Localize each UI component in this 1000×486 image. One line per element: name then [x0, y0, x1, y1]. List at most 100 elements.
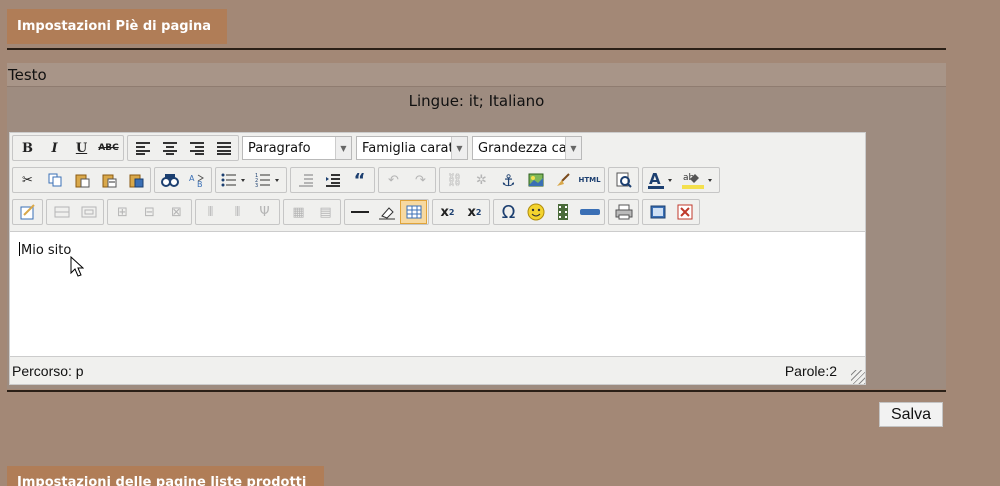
replace-icon[interactable]: AB	[183, 168, 210, 192]
merge-cells-icon[interactable]: ▤	[312, 200, 339, 224]
remove-format-icon[interactable]	[373, 200, 400, 224]
blockquote-icon[interactable]: “	[346, 168, 373, 192]
insert-layer-icon[interactable]	[48, 200, 75, 224]
link-icon[interactable]: ⛓	[441, 168, 468, 192]
chevron-down-icon: ▼	[565, 137, 581, 159]
advanced-hr-icon[interactable]	[576, 200, 603, 224]
unlink-icon[interactable]: ✲	[468, 168, 495, 192]
svg-text:B: B	[197, 180, 203, 188]
redo-icon[interactable]: ↷	[407, 168, 434, 192]
highlight-color-icon[interactable]: ab	[678, 168, 718, 192]
justify-icon[interactable]	[210, 136, 237, 160]
mouse-pointer-icon	[70, 255, 85, 282]
col-after-icon[interactable]: ⫴	[224, 200, 251, 224]
text-caret	[19, 242, 20, 256]
word-count: Parole:2	[784, 363, 837, 379]
svg-text:A: A	[189, 174, 195, 183]
rich-text-editor: B I U ABC Paragrafo ▼ Famiglia caratt ▼ …	[9, 132, 866, 385]
edit-css-icon[interactable]	[14, 200, 41, 224]
print-group	[608, 199, 639, 225]
save-button[interactable]: Salva	[879, 402, 943, 427]
align-left-icon[interactable]	[129, 136, 156, 160]
find-icon[interactable]	[156, 168, 183, 192]
copy-icon[interactable]	[41, 168, 68, 192]
col-before-icon[interactable]: ⫴	[197, 200, 224, 224]
outdent-icon[interactable]	[292, 168, 319, 192]
preview-group	[608, 167, 639, 193]
split-cells-icon[interactable]: ▦	[285, 200, 312, 224]
image-icon[interactable]	[522, 168, 549, 192]
emoticon-icon[interactable]	[522, 200, 549, 224]
table-row-group: ⊞ ⊟ ⊠	[107, 199, 192, 225]
align-right-icon[interactable]	[183, 136, 210, 160]
search-group: AB	[154, 167, 212, 193]
cut-icon[interactable]: ✂	[14, 168, 41, 192]
svg-text:3: 3	[255, 183, 258, 187]
history-group: ↶ ↷	[378, 167, 436, 193]
format-select[interactable]: Paragrafo ▼	[242, 136, 352, 160]
italic-button[interactable]: I	[41, 136, 68, 160]
edit-group	[12, 199, 43, 225]
text-style-group: B I U ABC	[12, 135, 124, 161]
text-color-icon[interactable]: A	[644, 168, 678, 192]
media-icon[interactable]	[549, 200, 576, 224]
paste-text-icon[interactable]	[95, 168, 122, 192]
cell-group: ▦ ▤	[283, 199, 341, 225]
fullscreen-icon[interactable]	[644, 200, 671, 224]
direction-icon[interactable]	[671, 200, 698, 224]
underline-button[interactable]: U	[68, 136, 95, 160]
absolute-layer-icon[interactable]	[75, 200, 102, 224]
delete-row-icon[interactable]: ⊠	[163, 200, 190, 224]
product-list-settings-tab[interactable]: Impostazioni delle pagine liste prodotti	[7, 466, 324, 486]
language-label: Lingue: it; Italiano	[408, 92, 545, 110]
indent-icon[interactable]	[319, 168, 346, 192]
numbered-list-icon[interactable]: 123	[251, 168, 285, 192]
script-group: x2 x2	[432, 199, 490, 225]
strikethrough-button[interactable]: ABC	[95, 136, 122, 160]
special-char-icon[interactable]: Ω	[495, 200, 522, 224]
undo-icon[interactable]: ↶	[380, 168, 407, 192]
font-size-select-value: Grandezza car	[478, 140, 565, 156]
delete-col-icon[interactable]: Ψ	[251, 200, 278, 224]
align-center-icon[interactable]	[156, 136, 183, 160]
divider	[7, 48, 946, 50]
chevron-down-icon: ▼	[451, 137, 467, 159]
preview-icon[interactable]	[610, 168, 637, 192]
misc-group	[344, 199, 429, 225]
font-size-select[interactable]: Grandezza car ▼	[472, 136, 582, 160]
font-family-select-value: Famiglia caratt	[362, 140, 451, 156]
divider	[7, 390, 946, 392]
subscript-icon[interactable]: x2	[434, 200, 461, 224]
layer-group	[46, 199, 104, 225]
superscript-icon[interactable]: x2	[461, 200, 488, 224]
table-col-group: ⫴ ⫴ Ψ	[195, 199, 280, 225]
footer-settings-tab[interactable]: Impostazioni Piè di pagina	[7, 9, 227, 44]
view-group	[642, 199, 700, 225]
bold-button[interactable]: B	[14, 136, 41, 160]
print-icon[interactable]	[610, 200, 637, 224]
bullet-list-icon[interactable]	[217, 168, 251, 192]
editor-text: Mio sito	[21, 243, 72, 258]
svg-text:A: A	[649, 171, 661, 188]
format-select-value: Paragrafo	[248, 140, 311, 156]
status-path: Percorso: p	[12, 363, 84, 379]
text-settings-panel: Testo Lingue: it; Italiano B I U ABC Par…	[7, 63, 946, 389]
color-group: A ab	[642, 167, 720, 193]
table-icon[interactable]	[400, 200, 427, 224]
anchor-icon[interactable]: ⚓	[495, 168, 522, 192]
special-group: Ω	[493, 199, 605, 225]
editor-content-area[interactable]: Mio sito	[10, 231, 865, 357]
row-props-icon[interactable]: ⊞	[109, 200, 136, 224]
resize-handle-icon[interactable]	[851, 370, 865, 384]
horizontal-rule-icon[interactable]	[346, 200, 373, 224]
paste-icon[interactable]	[68, 168, 95, 192]
chevron-down-icon: ▼	[335, 137, 351, 159]
cleanup-icon[interactable]	[549, 168, 576, 192]
html-icon[interactable]: HTML	[576, 168, 603, 192]
panel-title: Testo	[7, 63, 946, 87]
row-before-icon[interactable]: ⊟	[136, 200, 163, 224]
paste-word-icon[interactable]	[122, 168, 149, 192]
editor-statusbar: Percorso: p Parole:2	[10, 359, 865, 384]
font-family-select[interactable]: Famiglia caratt ▼	[356, 136, 468, 160]
alignment-group	[127, 135, 239, 161]
